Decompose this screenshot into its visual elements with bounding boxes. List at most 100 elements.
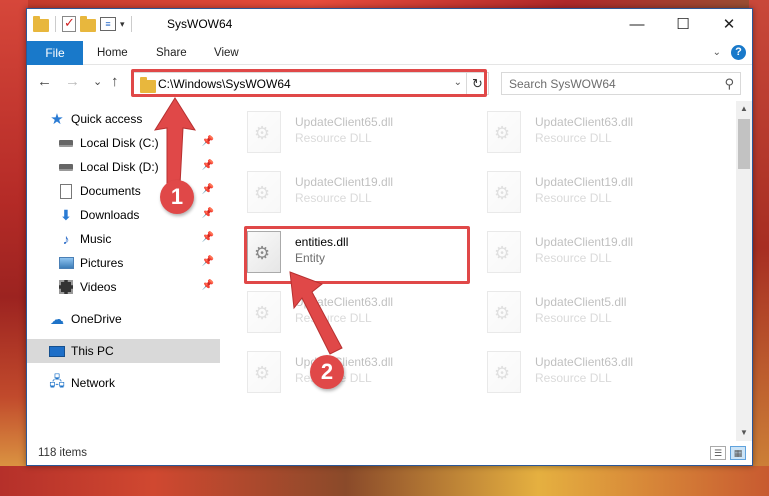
tab-home[interactable]: Home (97, 41, 128, 65)
step-badge-1: 1 (160, 180, 194, 214)
file-item[interactable]: UpdateClient5.dll Resource DLL (467, 285, 697, 341)
sidebar-item-label: Videos (80, 280, 117, 294)
file-item[interactable]: UpdateClient19.dll Resource DLL (467, 225, 697, 281)
drive-icon (58, 135, 74, 151)
expand-ribbon-icon[interactable]: ⌄ (713, 47, 721, 58)
videos-icon (58, 279, 74, 295)
pin-icon[interactable]: 📌 (202, 256, 214, 267)
search-box[interactable]: ⚲ (501, 72, 741, 95)
file-name: UpdateClient5.dll (535, 295, 627, 309)
tab-file[interactable]: File (27, 41, 83, 65)
file-type: Resource DLL (535, 131, 612, 145)
dll-file-icon (487, 291, 521, 333)
file-type: Resource DLL (295, 131, 372, 145)
scroll-down-icon[interactable]: ▼ (736, 425, 752, 441)
sidebar-item-label: Network (71, 376, 116, 390)
pictures-icon (58, 255, 74, 271)
file-type: Resource DLL (535, 251, 612, 265)
file-name: UpdateClient19.dll (535, 235, 634, 249)
properties-check-icon[interactable] (62, 15, 76, 32)
toolbar-divider (55, 16, 56, 32)
item-count: 118 items (38, 447, 88, 459)
sidebar-item-label: Documents (80, 184, 141, 198)
dll-file-icon (487, 111, 521, 153)
sidebar-item-label: Quick access (71, 112, 143, 126)
dll-file-icon (487, 351, 521, 393)
background-foliage-left (0, 0, 28, 496)
customize-toolbar-icon[interactable]: ≡ (100, 17, 116, 31)
large-icons-view-icon[interactable]: ▦ (730, 446, 746, 460)
sidebar-item-label: Music (80, 232, 112, 246)
sidebar-item-this-pc[interactable]: This PC (27, 339, 220, 363)
file-name: UpdateClient65.dll (295, 115, 394, 129)
sidebar-item-pictures[interactable]: Pictures 📌 (27, 251, 220, 275)
dll-file-icon (247, 291, 281, 333)
music-icon: ♪ (62, 231, 70, 247)
drive-icon (58, 159, 74, 175)
file-item[interactable]: UpdateClient63.dll Resource DLL (467, 345, 697, 401)
vertical-scrollbar[interactable]: ▲ ▼ (736, 101, 752, 441)
sidebar-item-videos[interactable]: Videos 📌 (27, 275, 220, 299)
file-item[interactable]: UpdateClient63.dll Resource DLL (467, 105, 697, 161)
dll-file-icon (247, 351, 281, 393)
help-icon[interactable]: ? (731, 45, 746, 60)
sidebar-item-network[interactable]: 🖧 Network (27, 371, 220, 395)
title-bar: ≡ ▾ SysWOW64 — ☐ ✕ (27, 9, 752, 41)
folder-icon[interactable] (33, 15, 49, 32)
star-icon: ★ (50, 111, 64, 128)
tab-share[interactable]: Share (156, 41, 187, 65)
dll-file-icon (487, 231, 521, 273)
file-item[interactable]: UpdateClient19.dll Resource DLL (227, 165, 457, 221)
ribbon-right-controls: ⌄ ? (713, 45, 746, 60)
file-item[interactable]: UpdateClient65.dll Resource DLL (227, 105, 457, 161)
file-type: Resource DLL (535, 191, 612, 205)
new-folder-icon[interactable] (80, 15, 96, 32)
toolbar-divider (130, 16, 132, 32)
recent-locations-icon[interactable]: ⌄ (93, 75, 102, 88)
documents-icon (58, 183, 74, 199)
file-type: Resource DLL (535, 311, 612, 325)
file-item[interactable]: UpdateClient19.dll Resource DLL (467, 165, 697, 221)
downloads-icon: ⬇ (60, 206, 72, 223)
file-name: UpdateClient63.dll (535, 355, 634, 369)
address-highlight-box (131, 69, 487, 97)
sidebar-item-label: OneDrive (71, 312, 122, 326)
back-arrow-icon[interactable]: ← (37, 73, 52, 90)
pointer-arrow-2-icon (289, 271, 343, 355)
scroll-thumb[interactable] (738, 119, 750, 169)
navigation-bar: ← → ⌄ ↑ C:\Windows\SysWOW64 ⌄ ↻ ⚲ (27, 67, 752, 99)
file-name: UpdateClient19.dll (535, 175, 634, 189)
minimize-button[interactable]: — (614, 9, 660, 39)
background-foliage-bottom (0, 466, 769, 496)
sidebar-item-label: Downloads (80, 208, 140, 222)
forward-arrow-icon[interactable]: → (65, 73, 80, 90)
search-input[interactable] (502, 73, 702, 94)
sidebar-item-onedrive[interactable]: ☁ OneDrive (27, 307, 220, 331)
toolbar-dropdown-icon[interactable]: ▾ (120, 19, 125, 30)
step-badge-2: 2 (310, 355, 344, 389)
view-toggle: ☰ ▦ (710, 446, 746, 460)
file-type: Resource DLL (295, 191, 372, 205)
details-view-icon[interactable]: ☰ (710, 446, 726, 460)
up-arrow-icon[interactable]: ↑ (111, 73, 119, 90)
window-title: SysWOW64 (167, 17, 233, 31)
dll-file-icon (247, 111, 281, 153)
scroll-up-icon[interactable]: ▲ (736, 101, 752, 117)
search-icon[interactable]: ⚲ (724, 76, 734, 92)
ribbon-tabs: File Home Share View ⌄ ? (27, 41, 752, 65)
close-button[interactable]: ✕ (706, 9, 752, 39)
this-pc-icon (49, 343, 65, 359)
pin-icon[interactable]: 📌 (202, 280, 214, 291)
file-name: UpdateClient19.dll (295, 175, 394, 189)
tab-view[interactable]: View (214, 41, 239, 65)
maximize-button[interactable]: ☐ (660, 9, 706, 39)
pin-icon[interactable]: 📌 (202, 232, 214, 243)
file-type: Resource DLL (535, 371, 612, 385)
sidebar-item-label: This PC (71, 344, 114, 358)
sidebar-item-label: Pictures (80, 256, 124, 270)
quick-access-toolbar: ≡ ▾ (33, 15, 134, 32)
sidebar-item-music[interactable]: ♪ Music 📌 (27, 227, 220, 251)
dll-file-icon (487, 171, 521, 213)
onedrive-icon: ☁ (50, 310, 64, 327)
network-icon: 🖧 (49, 373, 65, 389)
